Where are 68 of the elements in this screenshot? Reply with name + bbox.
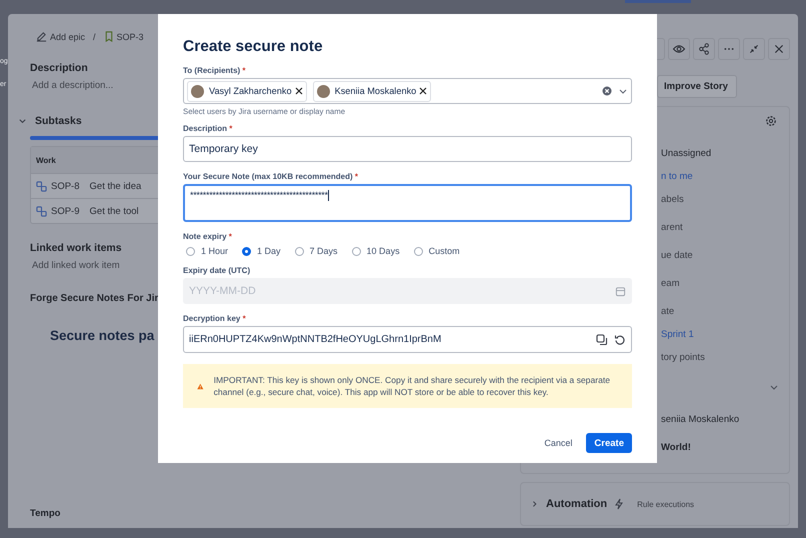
avatar (316, 84, 330, 98)
section-heading: Description (30, 62, 88, 74)
share-icon[interactable] (693, 38, 715, 60)
recipients-field[interactable]: Vasyl Zakharchenko Kseniia Moskalenko (183, 78, 632, 104)
note-textarea[interactable]: ******************************************* (183, 184, 632, 222)
create-button[interactable]: Create (586, 433, 632, 453)
clear-icon[interactable] (602, 86, 612, 96)
field-label: Expiry date (UTC) (183, 266, 252, 275)
linked-items-placeholder[interactable]: Add linked work item (32, 260, 120, 271)
section-heading: Subtasks (35, 115, 82, 127)
field-text: tory points (661, 352, 705, 362)
collapse-icon[interactable] (743, 38, 765, 60)
field-text: World! (661, 442, 691, 452)
add-epic-link[interactable]: Add epic (36, 31, 86, 42)
subtask-icon (36, 180, 47, 192)
settings-icon[interactable] (765, 115, 777, 127)
field-text: ate (661, 306, 674, 316)
warning-text: IMPORTANT: This key is shown only ONCE. Copy it and share securely with the recipient via a separate channel (e.g., secure chat, voice). This app will NOT store or be able to recover this key. (214, 374, 612, 398)
field-label: Your Secure Note (max 10KB recommended) * (183, 172, 360, 181)
section-heading: Linked work items (30, 242, 122, 254)
expiry-option[interactable]: 1 Hour (186, 246, 228, 256)
issue-summary[interactable]: Get the idea (90, 180, 142, 192)
field-text: Unassigned (661, 148, 712, 158)
remove-icon[interactable] (294, 87, 303, 95)
column-header: Work (36, 156, 56, 164)
improve-story-button[interactable]: Improve Story (657, 75, 737, 98)
recipient-chip[interactable]: Vasyl Zakharchenko (187, 80, 307, 102)
description-placeholder[interactable]: Add a description... (32, 80, 114, 91)
lightning-icon (614, 498, 624, 510)
eye-icon[interactable] (668, 38, 690, 60)
description-field[interactable]: Temporary key (183, 136, 632, 162)
avatar (191, 84, 204, 98)
dialog-title: Create secure note (183, 38, 324, 56)
chevron-icon[interactable] (18, 116, 27, 126)
section-heading: Forge Secure Notes For Jir (30, 293, 158, 304)
cancel-button[interactable]: Cancel (544, 433, 572, 453)
field-label: To (Recipients) * (183, 66, 247, 75)
field-text: eam (661, 278, 680, 288)
field-label: Note expiry * (183, 232, 233, 241)
section-heading: Tempo (30, 508, 60, 519)
field-text: ue date (661, 250, 693, 260)
issue-summary[interactable]: Get the tool (90, 206, 139, 216)
issue-key[interactable]: SOP-9 (51, 206, 80, 216)
field-text: abels (661, 194, 684, 204)
recipient-chip[interactable]: Kseniia Moskalenko (312, 80, 432, 102)
expiry-option[interactable]: 10 Days (352, 246, 400, 256)
issue-key-link[interactable]: SOP-3 (104, 31, 144, 42)
copy-icon[interactable] (596, 334, 608, 346)
field-text: seniia Moskalenko (661, 414, 740, 424)
refresh-icon[interactable] (614, 334, 626, 346)
remove-icon[interactable] (419, 87, 428, 95)
expiry-option[interactable]: 1 Day (242, 246, 281, 256)
automation-title: Automation (546, 498, 608, 510)
field-label: Description * (183, 124, 234, 133)
field-label: Decryption key * (183, 314, 247, 323)
pencil-icon (36, 31, 47, 42)
decryption-key-field[interactable]: iiERn0HUPTZ4Kw9nWptNNTB2fHeOYUgLGhrn1IprBnM (183, 326, 632, 353)
breadcrumb-separator: / (93, 32, 96, 42)
issue-key[interactable]: SOP-8 (51, 180, 80, 192)
chevron-icon[interactable] (531, 500, 539, 508)
field-text: arent (661, 222, 683, 232)
expiry-option[interactable]: 7 Days (294, 246, 338, 256)
subtask-icon (36, 206, 47, 216)
automation-subtitle: Rule executions (637, 500, 694, 508)
close-icon[interactable] (768, 38, 790, 60)
app-title: Secure notes pa (50, 328, 154, 343)
bookmark-icon (104, 31, 114, 42)
expiry-option[interactable]: Custom (414, 246, 460, 256)
